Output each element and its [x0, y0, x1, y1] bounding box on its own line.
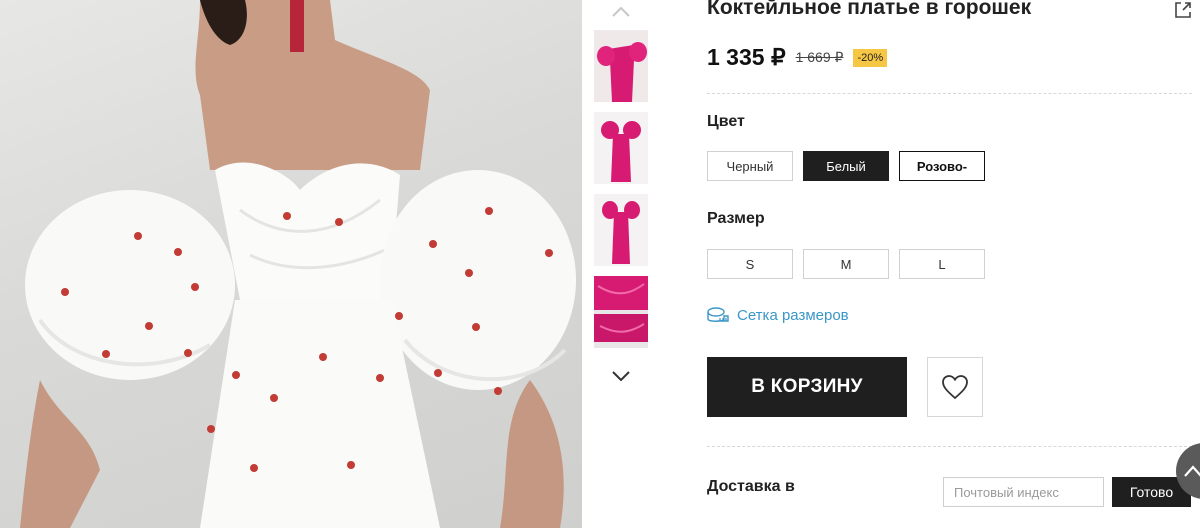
- share-button[interactable]: [1173, 0, 1193, 20]
- add-to-cart-button[interactable]: В КОРЗИНУ: [707, 357, 907, 417]
- thumbnails-scroll-up[interactable]: [582, 0, 660, 24]
- old-price: 1 669 ₽: [795, 49, 844, 65]
- chevron-down-icon: [612, 371, 630, 381]
- color-option-pink[interactable]: Розово-: [899, 151, 985, 181]
- color-option-white[interactable]: Белый: [803, 151, 889, 181]
- ruler-icon: [707, 307, 729, 322]
- size-chart-link[interactable]: Сетка размеров: [707, 306, 849, 324]
- main-product-image[interactable]: [0, 0, 582, 528]
- delivery-label: Доставка в: [707, 478, 795, 495]
- size-option-s[interactable]: S: [707, 249, 793, 279]
- thumbnail-image: [594, 112, 648, 184]
- color-option-black[interactable]: Черный: [707, 151, 793, 181]
- chevron-up-icon: [612, 7, 630, 17]
- thumbnail-image: [594, 194, 648, 266]
- size-chart-label: Сетка размеров: [737, 306, 849, 324]
- current-price: 1 335 ₽: [707, 44, 786, 70]
- chevron-up-icon: [1184, 465, 1200, 477]
- thumbnail-3[interactable]: [594, 194, 648, 266]
- thumbnail-image: [594, 30, 648, 102]
- product-title: Коктейльное платье в горошек: [707, 0, 1032, 19]
- thumbnail-1[interactable]: [594, 30, 648, 102]
- discount-badge: -20%: [853, 48, 888, 67]
- thumbnails-scroll-down[interactable]: [582, 364, 660, 388]
- product-info-panel: Коктейльное платье в горошек 1 335 ₽ 1 6…: [707, 0, 1200, 528]
- add-to-favorites-button[interactable]: [927, 357, 983, 417]
- thumbnail-2[interactable]: [594, 112, 648, 184]
- size-option-m[interactable]: M: [803, 249, 889, 279]
- heart-icon: [942, 375, 968, 400]
- price-row: 1 335 ₽ 1 669 ₽ -20%: [707, 44, 888, 71]
- color-label: Цвет: [707, 113, 745, 130]
- size-label: Размер: [707, 210, 765, 227]
- thumbnail-image: [594, 276, 648, 348]
- thumbnail-strip: [582, 0, 660, 528]
- size-option-l[interactable]: L: [899, 249, 985, 279]
- divider: [707, 93, 1192, 94]
- divider: [707, 446, 1192, 447]
- dress-photo-illustration: [20, 0, 576, 528]
- share-icon: [1175, 2, 1191, 18]
- zip-code-input[interactable]: [943, 477, 1104, 507]
- thumbnail-4[interactable]: [594, 276, 648, 348]
